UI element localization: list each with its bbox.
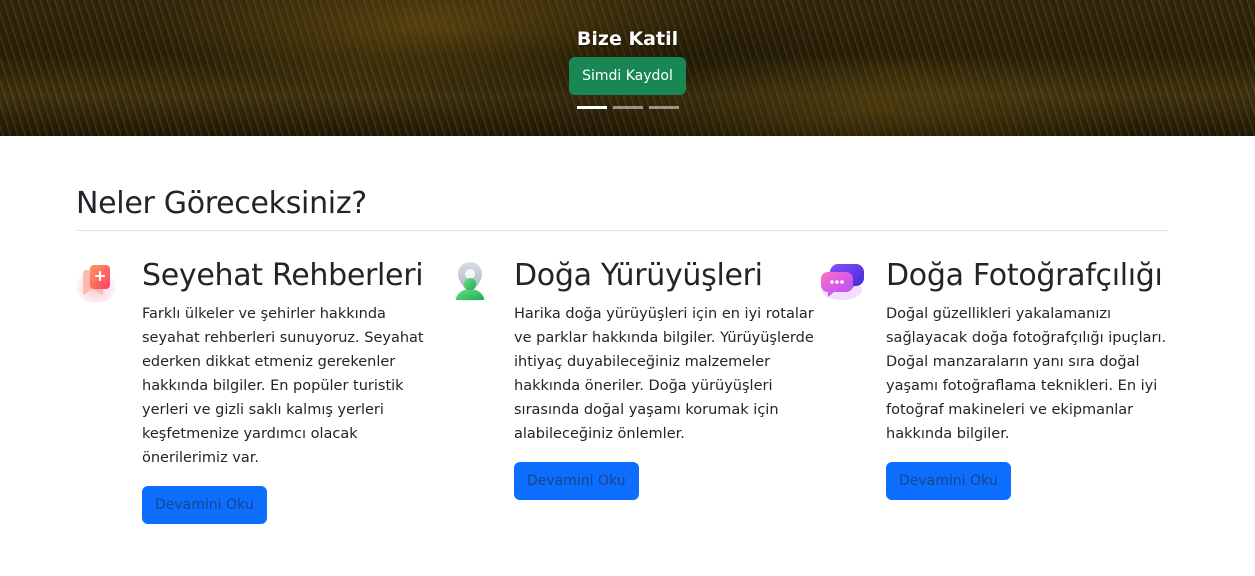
hero-caption: Bize Katil Simdi Kaydol — [0, 27, 1255, 95]
feature-description: Doğal güzellikleri yakalamanızı sağlayac… — [886, 306, 1167, 442]
carousel-indicator-3[interactable] — [648, 106, 679, 109]
read-more-button[interactable]: Devamini Oku — [514, 462, 639, 500]
carousel-indicator-1[interactable] — [576, 106, 607, 109]
map-bookmark-icon — [76, 260, 124, 303]
hero-title: Bize Katil — [576, 28, 679, 50]
section-divider — [76, 230, 1168, 231]
feature-body: Doğa Fotoğrafçılığı Doğal güzellikleri y… — [886, 256, 1186, 500]
signup-button[interactable]: Simdi Kaydol — [569, 57, 686, 95]
feature-body: Doğa Yürüyüşleri Harika doğa yürüyüşleri… — [514, 256, 814, 500]
chat-bubbles-icon — [820, 260, 868, 300]
feature-description: Farklı ülkeler ve şehirler hakkında seya… — [142, 306, 424, 466]
location-user-icon — [448, 260, 496, 301]
feature-body: Seyehat Rehberleri Farklı ülkeler ve şeh… — [142, 256, 442, 524]
read-more-button[interactable]: Devamini Oku — [886, 462, 1011, 500]
feature-title: Doğa Yürüyüşleri — [514, 258, 763, 293]
feature-description: Harika doğa yürüyüşleri için en iyi rota… — [514, 306, 814, 442]
section-title: Neler Göreceksiniz? — [76, 186, 367, 221]
read-more-button[interactable]: Devamini Oku — [142, 486, 267, 524]
hero-carousel: Bize Katil Simdi Kaydol — [0, 0, 1255, 136]
carousel-indicators — [0, 106, 1255, 109]
carousel-indicator-2[interactable] — [612, 106, 643, 109]
feature-title: Doğa Fotoğrafçılığı — [886, 258, 1163, 293]
feature-title: Seyehat Rehberleri — [142, 258, 424, 293]
